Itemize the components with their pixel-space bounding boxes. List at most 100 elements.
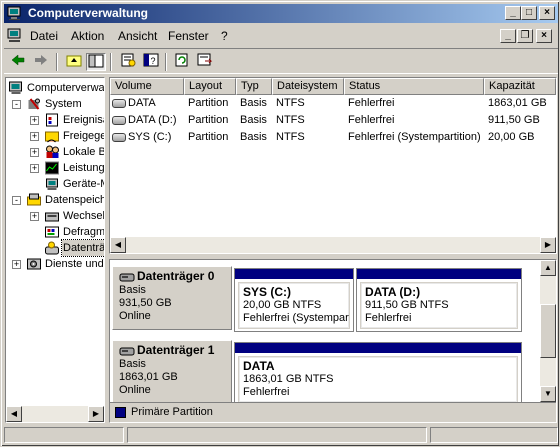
storage-icon [27, 193, 41, 206]
tree-item[interactable]: Datenträgerverwaltung [44, 239, 104, 258]
volume-row[interactable]: SYS (C:) Partition Basis NTFS Fehlerfrei (Sy… [110, 129, 556, 146]
menu-datei[interactable]: Datei [30, 29, 58, 43]
close-button[interactable]: × [539, 6, 555, 20]
scroll-thumb[interactable] [540, 304, 556, 358]
partition-block[interactable]: SYS (C:) 20,00 GB NTFS Fehlerfrei (Systemp… [234, 268, 354, 332]
tree-item[interactable]: Ereignisanzeige [44, 112, 104, 128]
scroll-down-arrow-icon[interactable]: ▼ [540, 386, 556, 402]
disk-state: Online [119, 310, 151, 322]
expand-icon[interactable]: + [12, 260, 21, 269]
cell-value: DATA [128, 97, 156, 109]
tree-item-label: Dienste und Anwendungen [45, 258, 104, 271]
tree-horizontal-scrollbar[interactable]: ◀ ▶ [6, 406, 104, 422]
services-icon [27, 258, 41, 270]
cell-status: Fehlerfrei (Systempartition) [348, 129, 484, 146]
back-icon[interactable] [8, 53, 28, 71]
export-icon[interactable] [195, 53, 215, 71]
partition-type-bar [357, 269, 521, 279]
menu-bar: Datei Aktion Ansicht Fenster ? _ ❐ × [4, 26, 558, 46]
minimize-button[interactable]: _ [505, 6, 521, 20]
menu-ansicht[interactable]: Ansicht [118, 29, 157, 43]
column-header-typ[interactable]: Typ [236, 78, 272, 95]
tree-item[interactable]: Datenspeicher [26, 192, 105, 208]
cell-value: Partition [188, 131, 229, 143]
collapse-icon[interactable]: - [12, 196, 21, 205]
cell-typ: Basis [240, 112, 272, 129]
graph-vertical-scrollbar[interactable]: ▲ ▼ [540, 260, 556, 402]
expand-icon[interactable]: + [30, 116, 39, 125]
tree-item-label: Datenträgerverwaltung [60, 239, 104, 258]
mmc-document-icon[interactable] [7, 28, 23, 43]
scroll-right-arrow-icon[interactable]: ▶ [540, 237, 556, 253]
disk-name-text: Datenträger 0 [137, 269, 215, 283]
column-header-layout[interactable]: Layout [184, 78, 236, 95]
tree-item[interactable]: Dienste und Anwendungen [26, 256, 104, 272]
tree-item-label: Wechselmedien [63, 210, 105, 223]
column-header-dateisystem[interactable]: Dateisystem [272, 78, 344, 95]
column-header-status[interactable]: Status [344, 78, 484, 95]
mdi-minimize-button[interactable]: _ [500, 29, 516, 43]
disk-graphical-view[interactable]: Datenträger 0 Basis 931,50 GB Online SYS (C:… [109, 259, 557, 423]
scroll-up-arrow-icon[interactable]: ▲ [540, 260, 556, 276]
partition-size: 20,00 GB NTFS [243, 299, 322, 311]
partition-block[interactable]: DATA (D:) 911,50 GB NTFS Fehlerfrei [356, 268, 522, 332]
scroll-left-arrow-icon[interactable]: ◀ [110, 237, 126, 253]
help-icon[interactable]: ? [141, 53, 161, 71]
volume-row[interactable]: DATA Partition Basis NTFS Fehlerfrei 1863,01 … [110, 95, 556, 112]
disk-row[interactable]: Datenträger 0 Basis 931,50 GB Online SYS (C:… [110, 264, 540, 334]
cell-value: Fehlerfrei (Systempartition) [348, 131, 481, 143]
volume-row[interactable]: DATA (D:) Partition Basis NTFS Fehlerfrei 911… [110, 112, 556, 129]
properties-icon[interactable] [118, 53, 138, 71]
expand-icon[interactable]: + [30, 148, 39, 157]
scroll-right-arrow-icon[interactable]: ▶ [88, 406, 104, 422]
cell-value: Fehlerfrei [348, 97, 395, 109]
maximize-button[interactable]: □ [521, 6, 537, 20]
cell-value: Fehlerfrei [348, 114, 395, 126]
cell-layout: Partition [188, 129, 236, 146]
title-bar[interactable]: Computerverwaltung _ □ × [4, 4, 558, 23]
show-hide-tree-icon[interactable] [86, 53, 106, 71]
expand-icon[interactable]: + [30, 164, 39, 173]
event-viewer-icon [46, 113, 58, 127]
tree-item[interactable]: Geräte-Manager [44, 176, 104, 192]
menu-fenster[interactable]: Fenster [168, 29, 209, 43]
volume-list[interactable]: Volume Layout Typ Dateisystem Status Kapazitä… [109, 77, 557, 254]
partition-block[interactable]: DATA 1863,01 GB NTFS Fehlerfrei [234, 342, 522, 406]
list-horizontal-scrollbar[interactable]: ◀ ▶ [110, 237, 556, 253]
tree-item[interactable]: Computerverwaltung (Lokal) [8, 80, 105, 96]
tree-item[interactable]: Leistungsprotokolle und Warnungen [44, 160, 104, 176]
primary-partition-swatch [115, 407, 126, 418]
forward-icon[interactable] [31, 53, 51, 71]
performance-icon [45, 161, 59, 175]
partition-name: SYS (C:) [243, 285, 291, 299]
tree-item-label: Datenspeicher [45, 194, 105, 207]
mdi-restore-button[interactable]: ❐ [517, 29, 533, 43]
disk-row[interactable]: Datenträger 1 Basis 1863,01 GB Online DATA 18… [110, 338, 540, 408]
cell-volume: SYS (C:) [112, 129, 182, 146]
menu-aktion[interactable]: Aktion [71, 29, 104, 43]
column-header-kapazitaet[interactable]: Kapazität [484, 78, 556, 95]
cell-status: Fehlerfrei [348, 112, 484, 129]
expand-icon[interactable]: + [30, 132, 39, 141]
refresh-icon[interactable] [172, 53, 192, 71]
column-header-volume[interactable]: Volume [110, 78, 184, 95]
tree-item-label: System [45, 98, 82, 111]
tree-item[interactable]: Freigegebene Ordner [44, 128, 104, 144]
tree-item[interactable]: System [26, 96, 83, 112]
disk-info-panel[interactable]: Datenträger 0 Basis 931,50 GB Online [112, 266, 232, 330]
disk-info-panel[interactable]: Datenträger 1 Basis 1863,01 GB Online [112, 340, 232, 404]
legend-label: Primäre Partition [131, 406, 213, 418]
tree-item[interactable]: Lokale Benutzer und Gruppen [44, 144, 104, 160]
expand-icon[interactable]: + [30, 212, 39, 221]
tree-item[interactable]: Defragmentierung [44, 224, 104, 240]
hard-disk-icon [119, 347, 135, 356]
legend: Primäre Partition [110, 402, 556, 422]
tree-item-label: Computerverwaltung (Lokal) [27, 82, 105, 95]
console-tree[interactable]: Computerverwaltung (Lokal)-System+Ereign… [5, 77, 105, 423]
up-folder-icon[interactable] [64, 53, 84, 71]
mdi-close-button[interactable]: × [536, 29, 552, 43]
tree-item[interactable]: Wechselmedien [44, 208, 105, 224]
menu-help[interactable]: ? [221, 29, 228, 43]
collapse-icon[interactable]: - [12, 100, 21, 109]
scroll-left-arrow-icon[interactable]: ◀ [6, 406, 22, 422]
